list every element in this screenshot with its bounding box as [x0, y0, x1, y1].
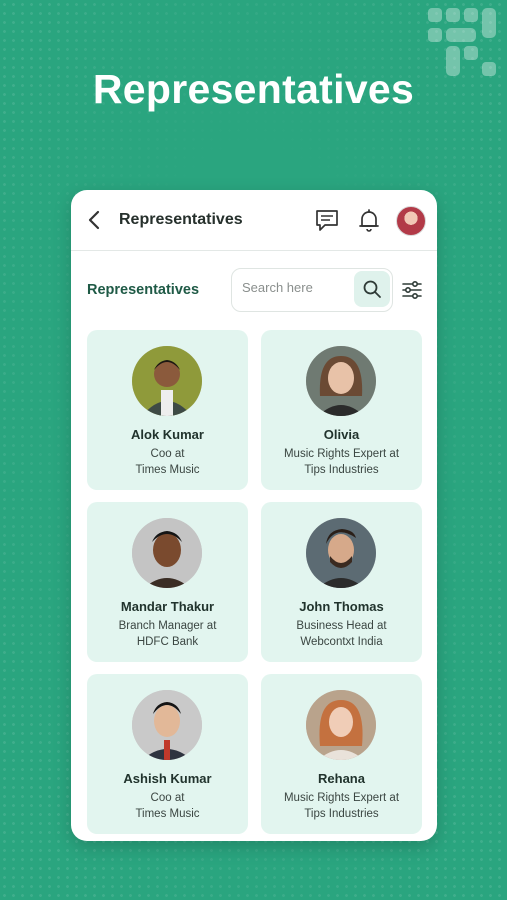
role-title: Coo at: [150, 448, 185, 460]
representative-name: Ashish Kumar: [123, 771, 212, 786]
hero-title: Representatives: [92, 66, 415, 112]
toolbar: Representatives: [71, 251, 437, 329]
search-box: [231, 268, 393, 312]
representative-role: Branch Manager at HDFC Bank: [93, 618, 242, 650]
filter-icon[interactable]: [401, 279, 423, 301]
representative-card[interactable]: Ashish Kumar Coo at Times Music: [87, 674, 248, 834]
chat-icon[interactable]: [313, 206, 341, 234]
role-title: Branch Manager at: [118, 620, 217, 632]
representative-card[interactable]: Mandar Thakur Branch Manager at HDFC Ban…: [87, 502, 248, 662]
app-screen: Representatives Representatives Search h…: [71, 190, 437, 841]
representative-role: Music Rights Expert at Tips Industries: [267, 790, 416, 822]
avatar: [306, 690, 376, 760]
app-header: Representatives: [71, 190, 437, 251]
representative-card[interactable]: Rehana Music Rights Expert at Tips Indus…: [261, 674, 422, 834]
representative-role: Coo at Times Music: [93, 446, 242, 478]
representative-card[interactable]: Olivia Music Rights Expert at Tips Indus…: [261, 330, 422, 490]
role-title: Coo at: [150, 792, 185, 804]
representative-card[interactable]: Alok Kumar Coo at Times Music: [87, 330, 248, 490]
search-button[interactable]: [354, 271, 390, 307]
role-title: Music Rights Expert at: [283, 792, 400, 804]
role-company: HDFC Bank: [136, 636, 199, 648]
back-icon[interactable]: [85, 208, 105, 232]
representative-role: Music Rights Expert at Tips Industries: [267, 446, 416, 478]
avatar: [306, 518, 376, 588]
header-title: Representatives: [119, 211, 243, 228]
representative-name: Mandar Thakur: [120, 599, 215, 614]
user-avatar[interactable]: [396, 206, 426, 236]
avatar: [132, 690, 202, 760]
role-company: Tips Industries: [304, 464, 379, 476]
search-input[interactable]: [242, 280, 352, 295]
avatar: [132, 346, 202, 416]
representative-name: Alok Kumar: [131, 427, 204, 442]
role-company: Times Music: [135, 808, 200, 820]
search-icon: [363, 280, 381, 298]
role-company: Times Music: [135, 464, 200, 476]
representative-role: Coo at Times Music: [93, 790, 242, 822]
representative-name: Olivia: [323, 427, 360, 442]
bell-icon[interactable]: [355, 206, 383, 234]
role-company: Webcontxt India: [300, 636, 383, 648]
representative-name: John Thomas: [299, 599, 384, 614]
role-company: Tips Industries: [304, 808, 379, 820]
representative-card[interactable]: John Thomas Business Head at Webcontxt I…: [261, 502, 422, 662]
avatar: [132, 518, 202, 588]
role-title: Music Rights Expert at: [283, 448, 400, 460]
avatar: [306, 346, 376, 416]
representative-name: Rehana: [318, 771, 365, 786]
section-label: Representatives: [87, 282, 200, 298]
representatives-grid: Alok Kumar Coo at Times Music Olivia Mus…: [87, 330, 423, 834]
role-title: Business Head at: [296, 620, 387, 632]
representative-role: Business Head at Webcontxt India: [267, 618, 416, 650]
